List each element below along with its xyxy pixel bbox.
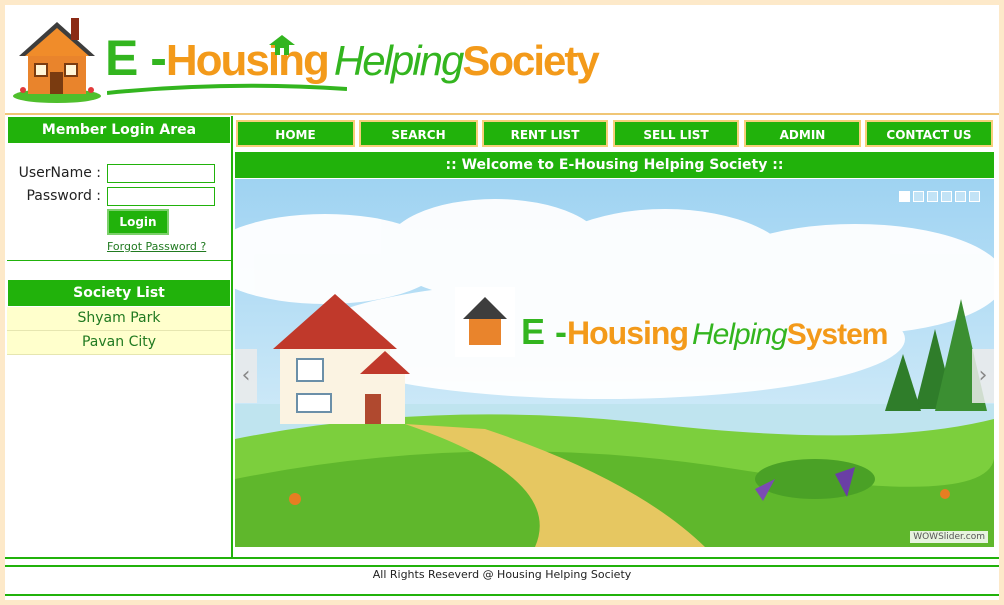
nav-admin[interactable]: ADMIN — [744, 120, 861, 147]
nav-rent-list[interactable]: RENT LIST — [482, 120, 608, 147]
slider-dot-6[interactable] — [969, 191, 980, 202]
header-divider — [5, 113, 999, 115]
slide-logo-e: E - — [521, 311, 568, 352]
footer-copyright: All Rights Reseverd @ Housing Helping So… — [372, 568, 632, 581]
footer-divider — [5, 565, 999, 567]
site-header: E -Housing HelpingSociety — [5, 5, 999, 113]
login-button[interactable]: Login — [107, 209, 169, 235]
login-form: UserName : Password : Login Forgot Passw… — [7, 144, 231, 253]
logo-helping: Helping — [333, 37, 464, 84]
slide-logo-helping: Helping — [692, 318, 788, 351]
slider-dot-3[interactable] — [927, 191, 938, 202]
sidebar: Member Login Area UserName : Password : … — [7, 116, 233, 557]
slider-dot-4[interactable] — [941, 191, 952, 202]
logo-society: Society — [462, 37, 599, 84]
password-input[interactable] — [107, 187, 215, 206]
nav-search[interactable]: SEARCH — [359, 120, 478, 147]
chevron-right-icon[interactable]: › — [972, 349, 994, 403]
slide-logo-housing: Housing — [567, 315, 689, 351]
sidebar-divider — [7, 260, 231, 261]
chevron-left-icon[interactable]: ‹ — [235, 349, 257, 403]
nav-home[interactable]: HOME — [236, 120, 355, 147]
slider-credit[interactable]: WOWSlider.com — [910, 531, 988, 543]
slide-logo-system: System — [786, 318, 889, 351]
username-input[interactable] — [107, 164, 215, 183]
small-roof-icon — [269, 35, 295, 55]
house-logo-icon — [13, 18, 101, 103]
society-list-title: Society List — [7, 279, 231, 307]
slide-illustration — [235, 179, 994, 547]
nav-contact-us[interactable]: CONTACT US — [865, 120, 993, 147]
slider-pagination — [896, 187, 980, 206]
slider-dot-5[interactable] — [955, 191, 966, 202]
footer-divider-top — [5, 557, 999, 559]
login-title: Member Login Area — [7, 116, 231, 144]
logo-e: E - — [105, 30, 167, 86]
society-item-pavan-city[interactable]: Pavan City — [7, 331, 231, 355]
image-slider[interactable]: E -Housing HelpingSystem ‹ › WOWSlider.co… — [235, 179, 994, 547]
welcome-banner: :: Welcome to E-Housing Helping Society … — [235, 152, 994, 178]
nav-sell-list[interactable]: SELL LIST — [613, 120, 739, 147]
password-label: Password : — [26, 188, 101, 204]
society-item-shyam-park[interactable]: Shyam Park — [7, 307, 231, 331]
slider-dot-2[interactable] — [913, 191, 924, 202]
main-nav: HOME SEARCH RENT LIST SELL LIST ADMIN CO… — [236, 120, 994, 148]
logo-housing: Housing — [165, 36, 330, 85]
slide-logo-text: E -Housing HelpingSystem — [521, 311, 889, 353]
forgot-password-link[interactable]: Forgot Password ? — [107, 240, 206, 253]
username-label: UserName : — [18, 165, 101, 181]
logo-swoosh — [107, 83, 347, 95]
footer-divider-bottom — [5, 594, 999, 596]
slider-dot-1[interactable] — [899, 191, 910, 202]
